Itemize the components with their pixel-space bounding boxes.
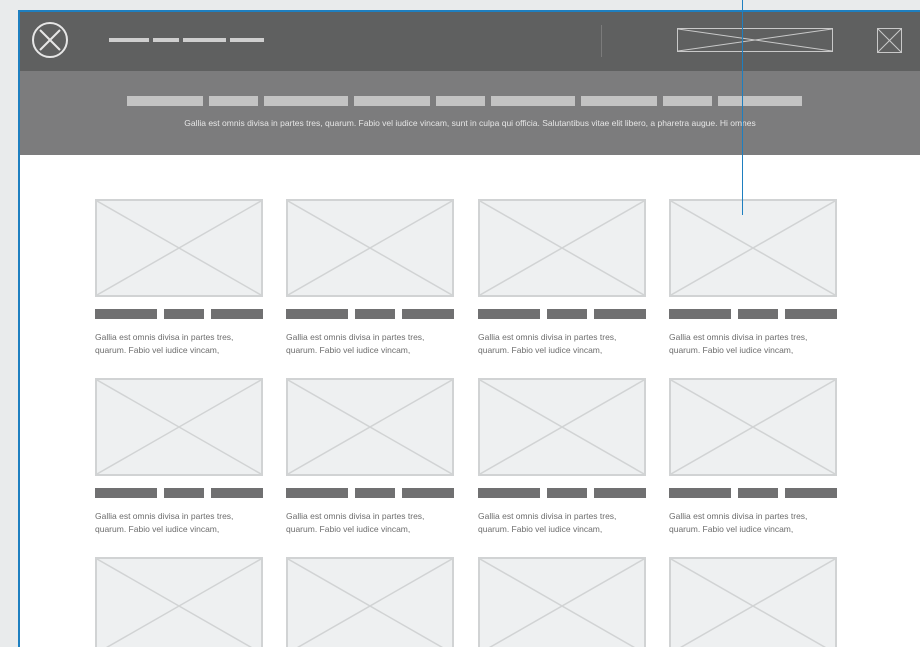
top-navigation-bar bbox=[20, 12, 920, 71]
header-divider bbox=[601, 25, 602, 57]
image-placeholder bbox=[286, 378, 454, 476]
card-description: Gallia est omnis divisa in partes tres, q… bbox=[669, 332, 808, 355]
nav-links bbox=[109, 38, 264, 42]
heading-word-placeholder bbox=[436, 96, 485, 106]
card-title-placeholder bbox=[286, 309, 454, 319]
card-description: Gallia est omnis divisa in partes tres, q… bbox=[286, 332, 425, 355]
image-placeholder bbox=[478, 199, 646, 297]
heading-word-placeholder bbox=[127, 96, 203, 106]
image-placeholder bbox=[478, 378, 646, 476]
card-title-placeholder bbox=[95, 488, 263, 498]
card-description: Gallia est omnis divisa in partes tres, q… bbox=[669, 511, 808, 534]
card-title-placeholder bbox=[669, 488, 837, 498]
card-description: Gallia est omnis divisa in partes tres, q… bbox=[478, 511, 617, 534]
image-placeholder bbox=[95, 378, 263, 476]
nav-link-placeholder[interactable] bbox=[109, 38, 149, 42]
card-description: Gallia est omnis divisa in partes tres, q… bbox=[478, 332, 617, 355]
card-description: Gallia est omnis divisa in partes tres, q… bbox=[95, 332, 234, 355]
close-icon[interactable] bbox=[877, 28, 902, 53]
heading-word-placeholder bbox=[663, 96, 712, 106]
heading-word-placeholder bbox=[354, 96, 430, 106]
nav-link-placeholder[interactable] bbox=[153, 38, 179, 42]
nav-link-placeholder[interactable] bbox=[230, 38, 264, 42]
heading-word-placeholder bbox=[209, 96, 258, 106]
card-description: Gallia est omnis divisa in partes tres, q… bbox=[286, 511, 425, 534]
heading-word-placeholder bbox=[491, 96, 575, 106]
heading-placeholder bbox=[127, 96, 802, 106]
image-placeholder bbox=[669, 557, 837, 647]
image-placeholder bbox=[95, 199, 263, 297]
heading-word-placeholder bbox=[718, 96, 802, 106]
tagline-text: Gallia est omnis divisa in partes tres, … bbox=[184, 118, 756, 128]
card-title-placeholder bbox=[478, 309, 646, 319]
image-placeholder bbox=[669, 378, 837, 476]
heading-word-placeholder bbox=[581, 96, 657, 106]
wireframe-page: Gallia est omnis divisa in partes tres, … bbox=[18, 10, 920, 647]
logo-placeholder-icon[interactable] bbox=[32, 22, 68, 58]
card-title-placeholder bbox=[286, 488, 454, 498]
search-placeholder[interactable] bbox=[677, 28, 833, 52]
image-placeholder bbox=[95, 557, 263, 647]
heading-word-placeholder bbox=[264, 96, 348, 106]
sub-header: Gallia est omnis divisa in partes tres, … bbox=[20, 71, 920, 155]
card-title-placeholder bbox=[478, 488, 646, 498]
image-placeholder bbox=[286, 199, 454, 297]
annotation-pointer-line bbox=[742, 0, 743, 215]
card-title-placeholder bbox=[669, 309, 837, 319]
image-placeholder bbox=[669, 199, 837, 297]
card-description: Gallia est omnis divisa in partes tres, q… bbox=[95, 511, 234, 534]
image-placeholder bbox=[286, 557, 454, 647]
card-title-placeholder bbox=[95, 309, 263, 319]
nav-link-placeholder[interactable] bbox=[183, 38, 226, 42]
image-placeholder bbox=[478, 557, 646, 647]
